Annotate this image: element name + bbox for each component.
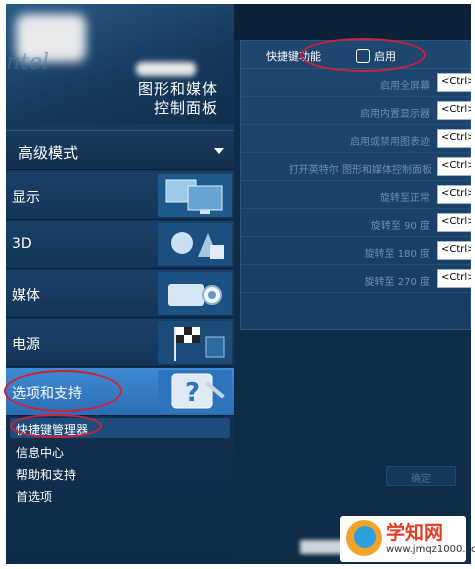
hotkey-row: 启用内置显示器 <Ctrl><Alt> bbox=[241, 97, 471, 125]
hotkey-input[interactable]: <Ctrl><Alt> bbox=[437, 101, 471, 120]
hotkey-label: 旋转至 90 度 bbox=[370, 221, 430, 232]
watermark-title: 学知网 bbox=[386, 522, 444, 544]
hotkey-row: 旋转至正常 <Ctrl><Alt> bbox=[241, 181, 471, 209]
hotkey-input[interactable]: <Ctrl><Alt> bbox=[437, 241, 471, 260]
hotkey-input[interactable]: <Ctrl><Alt> bbox=[437, 73, 471, 92]
hotkey-label: 启用全屏幕 bbox=[380, 81, 430, 92]
menu-item-media[interactable]: 媒体 bbox=[6, 270, 234, 318]
hotkey-row: 旋转至 270 度 <Ctrl><Alt> bbox=[241, 265, 471, 293]
intel-logo-text: ntel bbox=[6, 50, 50, 75]
watermark: 学知网 www.jmqz1000.com bbox=[340, 516, 475, 562]
submenu-item-info-center[interactable]: 信息中心 bbox=[16, 444, 64, 461]
chevron-down-icon bbox=[214, 148, 224, 154]
menu-item-label: 3D bbox=[12, 236, 32, 252]
hotkey-row: 打开英特尔 图形和媒体控制面板 <Ctrl><Alt> bbox=[241, 153, 471, 181]
left-navigation-panel: ntel 图形和媒体 控制面板 高级模式 显示 3D 媒体 电源 选项和支持 ?… bbox=[6, 4, 234, 564]
hotkey-label: 启用内置显示器 bbox=[360, 109, 430, 120]
enable-checkbox[interactable] bbox=[356, 49, 370, 63]
menu-item-label: 媒体 bbox=[12, 288, 40, 304]
page-title-line2: 控制面板 bbox=[153, 99, 218, 117]
hotkey-input[interactable]: <Ctrl><Alt> bbox=[437, 269, 471, 288]
svg-text:?: ? bbox=[185, 378, 200, 408]
content-header bbox=[234, 4, 471, 40]
menu-item-label: 电源 bbox=[12, 337, 40, 353]
hotkey-row: 旋转至 180 度 <Ctrl><Alt> bbox=[241, 237, 471, 265]
enable-checkbox-label: 启用 bbox=[374, 50, 396, 63]
media-camera-icon bbox=[158, 272, 232, 315]
mode-dropdown[interactable]: 高级模式 bbox=[6, 130, 234, 170]
hotkey-label: 旋转至 180 度 bbox=[364, 249, 430, 260]
watermark-logo-inner-icon bbox=[354, 526, 376, 548]
menu-item-display[interactable]: 显示 bbox=[6, 172, 234, 220]
hotkey-input[interactable]: <Ctrl><Alt> bbox=[437, 213, 471, 232]
hotkey-label: 旋转至正常 bbox=[380, 193, 430, 204]
app-window: ntel 图形和媒体 控制面板 高级模式 显示 3D 媒体 电源 选项和支持 ?… bbox=[6, 4, 471, 564]
hotkey-toggle-row: 快捷键功能 启用 bbox=[241, 41, 471, 69]
hotkey-row: 启用全屏幕 <Ctrl><Alt> bbox=[241, 69, 471, 97]
menu-item-power[interactable]: 电源 bbox=[6, 319, 234, 367]
3d-shapes-icon bbox=[158, 223, 232, 266]
ok-button[interactable]: 确定 bbox=[386, 466, 456, 486]
monitors-icon bbox=[158, 174, 232, 217]
hotkey-label: 旋转至 270 度 bbox=[364, 277, 430, 288]
hotkey-input[interactable]: <Ctrl><Alt> bbox=[437, 157, 471, 176]
menu-item-3d[interactable]: 3D bbox=[6, 221, 234, 269]
menu-item-options-support[interactable]: 选项和支持 ? bbox=[6, 368, 234, 416]
mode-dropdown-value: 高级模式 bbox=[18, 144, 79, 162]
hotkey-label: 打开英特尔 图形和媒体控制面板 bbox=[288, 165, 432, 176]
hotkey-toggle-label: 快捷键功能 bbox=[266, 50, 321, 63]
hotkey-row: 旋转至 90 度 <Ctrl><Alt> bbox=[241, 209, 471, 237]
blurred-logo-text bbox=[136, 62, 196, 76]
menu-item-label: 选项和支持 bbox=[12, 386, 82, 402]
submenu-item-preferences[interactable]: 首选项 bbox=[16, 488, 52, 505]
hotkey-settings: 快捷键功能 启用 启用全屏幕 <Ctrl><Alt> 启用内置显示器 <Ctrl… bbox=[240, 40, 471, 330]
submenu-options-support: 快捷键管理器 信息中心 帮助和支持 首选项 bbox=[6, 416, 234, 536]
help-tools-icon: ? bbox=[158, 370, 232, 413]
page-title: 图形和媒体 控制面板 bbox=[138, 80, 218, 118]
submenu-item-help-support[interactable]: 帮助和支持 bbox=[16, 466, 76, 483]
hotkey-label: 启用或禁用图表迹 bbox=[350, 137, 430, 148]
submenu-item-hotkey-manager[interactable]: 快捷键管理器 bbox=[10, 418, 230, 438]
hotkey-input[interactable]: <Ctrl><Alt> bbox=[437, 185, 471, 204]
menu-item-label: 显示 bbox=[12, 190, 40, 206]
hotkey-row: 启用或禁用图表迹 <Ctrl><Alt> bbox=[241, 125, 471, 153]
watermark-url: www.jmqz1000.com bbox=[386, 544, 475, 555]
hotkey-input[interactable]: <Ctrl><Alt> bbox=[437, 129, 471, 148]
logo-area: ntel 图形和媒体 控制面板 bbox=[6, 4, 234, 124]
power-flag-icon bbox=[158, 321, 232, 364]
page-title-line1: 图形和媒体 bbox=[137, 80, 218, 98]
